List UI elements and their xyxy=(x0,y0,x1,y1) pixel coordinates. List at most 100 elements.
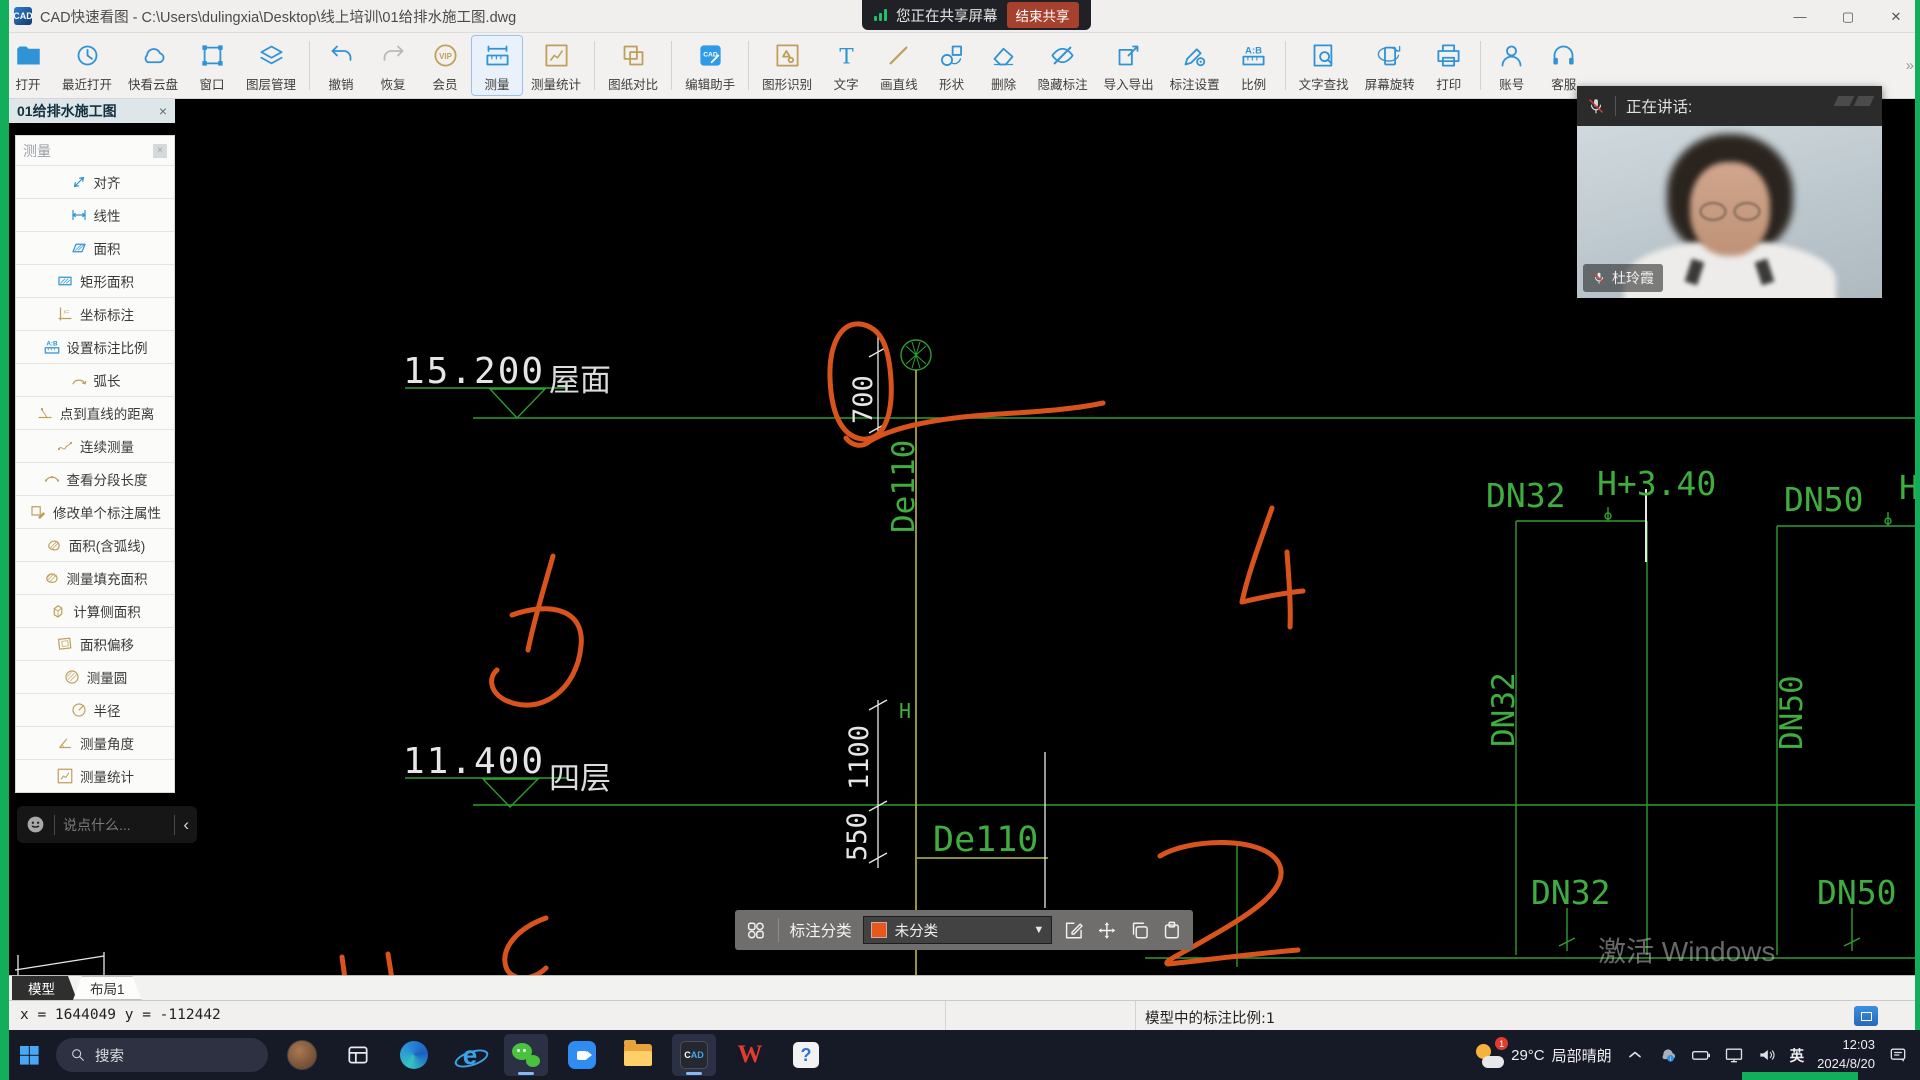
annotation-digit-4a xyxy=(1242,508,1272,602)
toolbar-recent[interactable]: 最近打开 xyxy=(54,35,120,96)
paste-icon[interactable] xyxy=(1161,919,1183,942)
toolbar-shapes[interactable]: 形状 xyxy=(926,35,978,96)
taskbar-explorer[interactable] xyxy=(616,1034,660,1076)
toolbar-overflow-chevron[interactable]: » xyxy=(1906,57,1914,74)
toolbar-hide-annotations[interactable]: 隐藏标注 xyxy=(1030,35,1096,96)
measure-item-segment-length[interactable]: 查看分段长度 xyxy=(16,462,174,495)
toolbar-redo[interactable]: 恢复 xyxy=(367,35,419,96)
toolbar-measure[interactable]: 测量 xyxy=(471,35,523,96)
taskbar-cad-app[interactable]: CAD xyxy=(672,1034,716,1076)
measure-item-align[interactable]: 对齐 xyxy=(16,165,174,198)
toolbar-screen-rotate[interactable]: 屏幕旋转 xyxy=(1357,35,1423,96)
volume-icon[interactable] xyxy=(1757,1045,1777,1065)
toolbar-edit-assistant[interactable]: 编辑助手 xyxy=(677,35,743,96)
toolbar-draw-line[interactable]: 画直线 xyxy=(872,35,926,96)
scale-ab-icon xyxy=(43,338,61,356)
measure-item-point-to-line[interactable]: 点到直线的距离 xyxy=(16,396,174,429)
measure-item-circle[interactable]: 测量圆 xyxy=(16,660,174,693)
measure-item-set-scale[interactable]: 设置标注比例 xyxy=(16,330,174,363)
measure-item-angle[interactable]: 测量角度 xyxy=(16,726,174,759)
screen-share-banner: 您正在共享屏幕 结束共享 xyxy=(862,0,1091,30)
toolbar-layer-manager[interactable]: 图层管理 xyxy=(238,35,304,96)
measure-item-area[interactable]: 面积 xyxy=(16,231,174,264)
input-language[interactable]: 英 xyxy=(1790,1045,1805,1066)
video-call-header: 正在讲话: xyxy=(1577,86,1882,126)
measure-item-side-area[interactable]: 计算侧面积 xyxy=(16,594,174,627)
chat-collapse-icon[interactable]: ‹ xyxy=(183,815,189,835)
chat-input[interactable]: 说点什么... xyxy=(63,815,166,835)
minimize-button[interactable]: — xyxy=(1776,0,1824,33)
measure-item-fill-area[interactable]: 测量填充面积 xyxy=(16,561,174,594)
copy-icon[interactable] xyxy=(1129,919,1151,942)
annotation-category-dropdown[interactable]: 未分类 ▼ xyxy=(863,916,1053,944)
close-button[interactable]: ✕ xyxy=(1872,0,1920,33)
video-call-overlay[interactable]: 正在讲话: 杜玲霞 xyxy=(1577,86,1882,298)
toolbar-open[interactable]: 打开 xyxy=(2,35,54,96)
tab-model[interactable]: 模型 xyxy=(12,976,77,1000)
taskbar-user-avatar[interactable] xyxy=(280,1034,324,1076)
toolbar-print[interactable]: 打印 xyxy=(1423,35,1475,96)
measure-item-rect-area[interactable]: 矩形面积 xyxy=(16,264,174,297)
emoji-icon[interactable] xyxy=(25,814,46,835)
notification-icon[interactable] xyxy=(1888,1045,1908,1065)
toolbar-annotation-settings[interactable]: 标注设置 xyxy=(1162,35,1228,96)
pipe-label-h-edge: H xyxy=(1899,468,1919,507)
taskbar-help[interactable]: ? xyxy=(784,1034,828,1076)
stop-share-button[interactable]: 结束共享 xyxy=(1007,2,1079,28)
toolbar-undo[interactable]: 撤销 xyxy=(315,35,367,96)
toolbar-scale[interactable]: 比例 xyxy=(1228,35,1280,96)
grid-icon[interactable] xyxy=(745,919,767,942)
divider xyxy=(778,918,779,942)
annotation-scale-text: 模型中的标注比例:1 xyxy=(1145,1007,1275,1028)
tray-chevron-up-icon[interactable] xyxy=(1625,1045,1645,1065)
toolbar-measure-stats[interactable]: 测量统计 xyxy=(523,35,589,96)
toolbar-account[interactable]: 账号 xyxy=(1486,35,1538,96)
taskbar-ie[interactable]: e xyxy=(448,1034,492,1076)
document-tab-close-icon[interactable]: × xyxy=(159,103,167,119)
toolbar-vip[interactable]: 会员 xyxy=(419,35,471,96)
battery-icon[interactable] xyxy=(1691,1045,1711,1065)
document-tab[interactable]: 01给排水施工图 × xyxy=(9,99,175,123)
taskbar-wps[interactable]: W xyxy=(728,1034,772,1076)
signal-bars-icon xyxy=(874,9,887,21)
toolbar-window[interactable]: 窗口 xyxy=(186,35,238,96)
measure-item-coordinate[interactable]: 坐标标注 xyxy=(16,297,174,330)
pipe-label-dn32-bottom: DN32 xyxy=(1531,873,1610,912)
measure-panel-close-icon[interactable]: × xyxy=(153,144,167,158)
measure-item-stats[interactable]: 测量统计 xyxy=(16,759,174,792)
toolbar-delete[interactable]: 删除 xyxy=(978,35,1030,96)
taskbar-weather[interactable]: 1 29°C 局部晴朗 xyxy=(1474,1042,1612,1068)
status-panel-icon[interactable] xyxy=(1854,1006,1878,1026)
avatar xyxy=(287,1040,317,1070)
tab-layout1[interactable]: 布局1 xyxy=(73,976,142,1000)
measure-item-area-offset[interactable]: 面积偏移 xyxy=(16,627,174,660)
toolbar-shape-recognition[interactable]: 图形识别 xyxy=(754,35,820,96)
measure-item-linear[interactable]: 线性 xyxy=(16,198,174,231)
measure-item-arc-length[interactable]: 弧长 xyxy=(16,363,174,396)
move-icon[interactable] xyxy=(1096,919,1118,942)
measure-item-edit-annotation[interactable]: 修改单个标注属性 xyxy=(16,495,174,528)
maximize-button[interactable]: ▢ xyxy=(1824,0,1872,33)
toolbar-text[interactable]: 文字 xyxy=(820,35,872,96)
network-icon[interactable] xyxy=(1724,1045,1744,1065)
edit-annotation-icon[interactable] xyxy=(1063,919,1085,942)
meeting-icon xyxy=(568,1041,596,1069)
taskbar-clock[interactable]: 12:03 2024/8/20 xyxy=(1817,1036,1875,1074)
screen: CAD CAD快速看图 - C:\Users\dulingxia\Desktop… xyxy=(0,0,1920,1080)
shapes-icon xyxy=(938,42,965,69)
annotation-digit-5a xyxy=(528,556,553,650)
toolbar-import-export[interactable]: 导入导出 xyxy=(1096,35,1162,96)
measure-item-radius[interactable]: 半径 xyxy=(16,693,174,726)
start-button[interactable] xyxy=(14,1040,44,1070)
taskbar-meeting[interactable] xyxy=(560,1034,604,1076)
measure-item-area-with-arc[interactable]: 面积(含弧线) xyxy=(16,528,174,561)
taskbar-wechat[interactable] xyxy=(504,1034,548,1076)
taskbar-edge[interactable] xyxy=(392,1034,436,1076)
toolbar-drawing-compare[interactable]: 图纸对比 xyxy=(600,35,666,96)
toolbar-cloud-drive[interactable]: 快看云盘 xyxy=(120,35,186,96)
toolbar-text-search[interactable]: 文字查找 xyxy=(1291,35,1357,96)
measure-item-continuous[interactable]: 连续测量 xyxy=(16,429,174,462)
taskbar-search[interactable]: 搜索 xyxy=(56,1038,268,1072)
onedrive-icon[interactable] xyxy=(1658,1045,1678,1065)
task-view-button[interactable] xyxy=(336,1034,380,1076)
